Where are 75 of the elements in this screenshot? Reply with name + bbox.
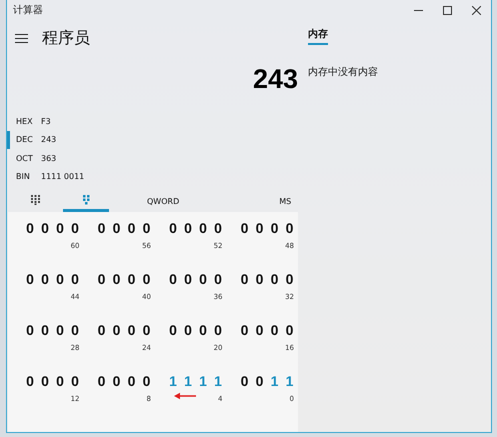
close-icon[interactable] — [472, 6, 481, 14]
bit-toggle[interactable]: 0 — [40, 322, 50, 338]
bit-toggle[interactable]: 0 — [55, 220, 65, 236]
radix-row[interactable]: BIN 1111 0011 — [7, 168, 298, 186]
bit-toggle[interactable]: 0 — [25, 322, 35, 338]
bit-toggle[interactable]: 0 — [254, 373, 264, 389]
bit-toggle[interactable]: 0 — [270, 220, 280, 236]
bit-toggle[interactable]: 0 — [112, 322, 122, 338]
bit-toggle[interactable]: 0 — [55, 373, 65, 389]
bit-toggle[interactable]: 0 — [96, 271, 106, 287]
bit-toggle[interactable]: 0 — [183, 322, 193, 338]
bit-toggle[interactable]: 0 — [55, 322, 65, 338]
bit-toggle[interactable]: 0 — [270, 322, 280, 338]
bit-toggle[interactable]: 0 — [70, 220, 80, 236]
menu-icon[interactable] — [15, 34, 28, 42]
bit-toggle[interactable]: 0 — [70, 271, 80, 287]
bit-toggle[interactable]: 0 — [284, 220, 294, 236]
bit-toggle[interactable]: 0 — [254, 271, 264, 287]
bit-toggle[interactable]: 0 — [142, 271, 152, 287]
bit-toggle[interactable]: 0 — [168, 220, 178, 236]
mode-title: 程序员 — [42, 28, 90, 48]
bit-toggle[interactable]: 0 — [213, 271, 223, 287]
bit-toggle[interactable]: 0 — [213, 322, 223, 338]
bit-toggle[interactable]: 0 — [284, 271, 294, 287]
memory-store-button[interactable]: MS — [279, 190, 292, 212]
bit-toggle[interactable]: 0 — [112, 220, 122, 236]
bit-toggle[interactable]: 0 — [96, 373, 106, 389]
bit-toggle[interactable]: 0 — [70, 373, 80, 389]
bit-toggle[interactable]: 0 — [126, 373, 136, 389]
bit-toggle[interactable]: 0 — [25, 271, 35, 287]
memory-tab[interactable]: 内存 — [308, 27, 328, 45]
bit-toggle[interactable]: 0 — [25, 373, 35, 389]
bit-toggle[interactable]: 0 — [168, 271, 178, 287]
maximize-icon[interactable] — [443, 6, 452, 14]
bit-toggle[interactable]: 0 — [112, 271, 122, 287]
bit-toggle[interactable]: 0 — [198, 322, 208, 338]
bit-toggle[interactable]: 0 — [40, 271, 50, 287]
bit-toggle[interactable]: 0 — [240, 220, 250, 236]
memory-empty-message: 内存中没有内容 — [308, 66, 379, 79]
bit-toggle[interactable]: 0 — [183, 220, 193, 236]
bit-toggle[interactable]: 0 — [183, 271, 193, 287]
bit-toggle[interactable]: 0 — [213, 220, 223, 236]
bit-toggle[interactable]: 0 — [198, 271, 208, 287]
annotation-arrow — [174, 392, 196, 400]
bit-toggle[interactable]: 0 — [240, 373, 250, 389]
window-title: 计算器 — [13, 4, 43, 17]
keypad-icon — [30, 194, 40, 204]
bit-toggle[interactable]: 0 — [25, 220, 35, 236]
bit-toggle[interactable]: 0 — [96, 220, 106, 236]
bit-toggle[interactable]: 0 — [168, 322, 178, 338]
bit-toggle[interactable]: 0 — [126, 322, 136, 338]
display-value: 243 — [252, 64, 298, 96]
bit-toggle[interactable]: 0 — [40, 220, 50, 236]
bit-toggle[interactable]: 0 — [270, 271, 280, 287]
bit-grid-icon — [82, 194, 90, 204]
bit-toggle[interactable]: 0 — [240, 271, 250, 287]
bit-toggle[interactable]: 0 — [40, 373, 50, 389]
radix-row[interactable]: OCT 363 — [7, 149, 298, 168]
bit-toggle[interactable]: 0 — [112, 373, 122, 389]
bit-toggle[interactable]: 0 — [55, 271, 65, 287]
bit-toggle[interactable]: 0 — [126, 220, 136, 236]
bit-toggle[interactable]: 0 — [96, 322, 106, 338]
bit-toggle[interactable]: 0 — [254, 322, 264, 338]
bit-toggle[interactable]: 0 — [240, 322, 250, 338]
bit-toggle[interactable]: 0 — [142, 322, 152, 338]
bit-toggle[interactable]: 0 — [198, 220, 208, 236]
radix-row[interactable]: DEC 243 — [7, 130, 298, 149]
bit-toggle[interactable]: 0 — [142, 220, 152, 236]
bit-toggle[interactable]: 0 — [254, 220, 264, 236]
word-size-button[interactable]: QWORD — [147, 190, 180, 212]
radix-row[interactable]: HEX F3 — [7, 112, 298, 130]
bit-toggle[interactable]: 0 — [284, 322, 294, 338]
bit-toggle[interactable]: 0 — [142, 373, 152, 389]
bit-toggle[interactable]: 0 — [70, 322, 80, 338]
bit-toggle[interactable]: 0 — [126, 271, 136, 287]
